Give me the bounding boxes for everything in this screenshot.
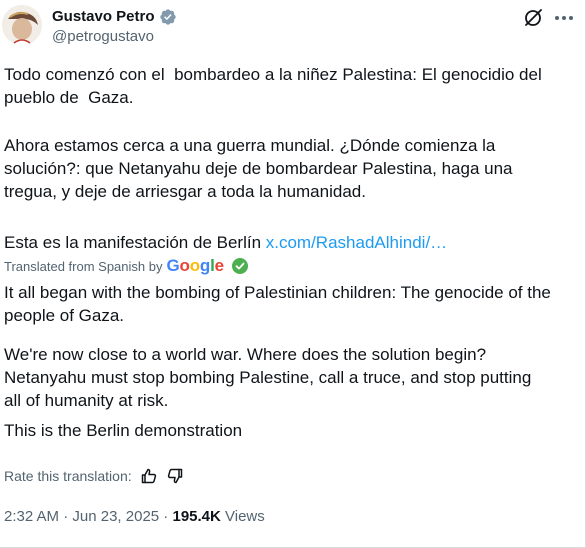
translated-paragraph-3: This is the Berlin demonstration (4, 421, 243, 440)
thumbs-down-icon[interactable] (166, 467, 184, 485)
author-name-row: Gustavo Petro (52, 8, 177, 26)
tweet-time[interactable]: 2:32 AM (4, 508, 59, 525)
translation-label: Translated from Spanish by (4, 258, 163, 274)
thumbs-up-icon[interactable] (140, 467, 158, 485)
tweet-date[interactable]: Jun 23, 2025 (72, 508, 159, 525)
original-paragraph-2: Ahora estamos cerca a una guerra mundial… (4, 136, 513, 201)
tweet-header: Gustavo Petro @petrogustavo (0, 0, 586, 54)
grok-icon[interactable] (522, 7, 544, 29)
views-count: 195.4K (172, 507, 221, 525)
original-paragraph-3: Esta es la manifestación de Berlín x.com… (4, 231, 582, 254)
translated-paragraph-2: We're now close to a world war. Where do… (4, 345, 532, 410)
rate-translation-label: Rate this translation: (4, 468, 132, 484)
original-paragraph-1: Todo comenzó con el bombardeo a la niñez… (4, 65, 542, 107)
meta-separator: · (59, 507, 73, 525)
rate-translation-row: Rate this translation: (4, 466, 184, 486)
original-paragraph-3-text: Esta es la manifestación de Berlín (4, 233, 266, 252)
author-display-name[interactable]: Gustavo Petro (52, 8, 155, 26)
tweet: Gustavo Petro @petrogustavo Todo comenzó… (0, 0, 586, 548)
verified-badge-icon[interactable] (159, 8, 177, 26)
tweet-meta: 2:32 AM · Jun 23, 2025 · 195.4K Views (4, 506, 265, 526)
avatar[interactable] (2, 5, 42, 45)
check-badge-icon (231, 258, 248, 274)
translated-paragraph-1: It all began with the bombing of Palesti… (4, 283, 551, 325)
translation-attribution: Translated from Spanish by Google (4, 255, 248, 277)
meta-separator-2: · (159, 507, 173, 525)
author-handle[interactable]: @petrogustavo (52, 28, 154, 46)
tweet-link[interactable]: x.com/RashadAlhindi/… (266, 233, 447, 252)
views-label: Views (220, 507, 265, 525)
google-logo: Google (166, 256, 224, 275)
more-options-icon[interactable] (552, 8, 576, 28)
